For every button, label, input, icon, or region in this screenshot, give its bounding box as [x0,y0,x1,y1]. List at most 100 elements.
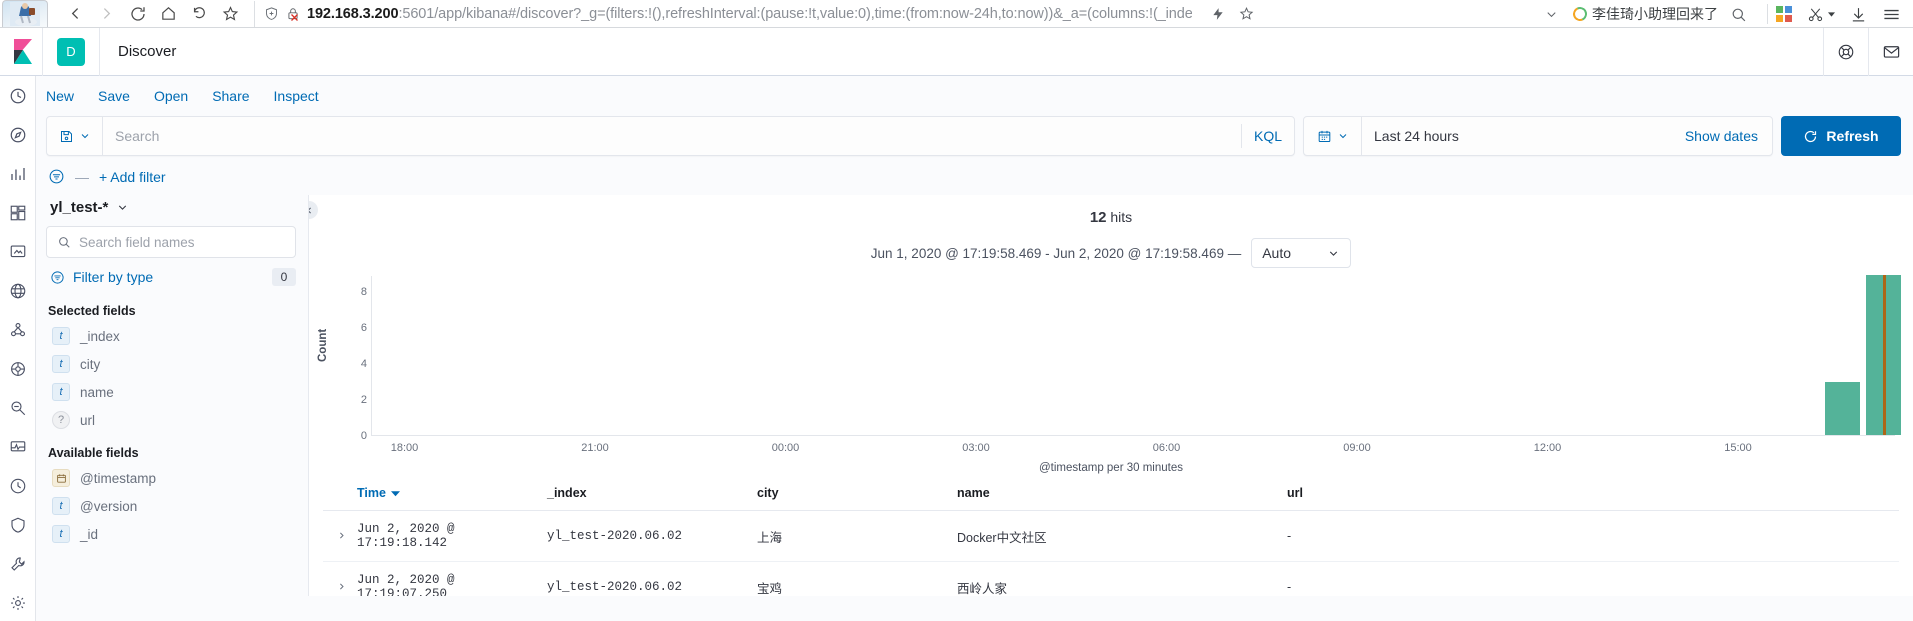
rail-item-visualize[interactable] [6,162,30,186]
rail-item-apm[interactable] [6,435,30,459]
forward-button[interactable] [91,1,122,27]
hamburger-menu-icon[interactable] [1882,5,1901,24]
refresh-label: Refresh [1826,128,1879,144]
search-icon [59,237,70,248]
scissors-icon[interactable] [1807,6,1835,23]
field-item-name[interactable]: t name [46,378,296,406]
rail-item-maps[interactable] [6,279,30,303]
rail-item-logs[interactable] [6,396,30,420]
interval-select[interactable]: Auto [1251,238,1352,268]
filter-by-type-row[interactable]: Filter by type 0 [46,258,296,292]
star-icon[interactable] [1239,6,1254,21]
documents-table-container[interactable]: Time _index city name url Jun 2, 2020 @ … [309,476,1913,596]
rail-item-canvas[interactable] [6,240,30,264]
th-time[interactable]: Time [357,476,547,511]
date-range-label[interactable]: Last 24 hours [1362,128,1685,144]
th-index[interactable]: _index [547,476,757,511]
rail-item-machine-learning[interactable] [6,318,30,342]
histogram-chart[interactable]: Count 0 2 4 6 8 18:00 21:00 00:00 03:00 [309,275,1913,476]
download-icon[interactable] [1850,6,1867,23]
newsfeed-mail-icon[interactable] [1869,28,1913,76]
rail-item-uptime[interactable] [6,474,30,498]
table-row[interactable]: Jun 2, 2020 @ 17:19:07.250 yl_test-2020.… [323,561,1899,596]
index-pattern-selector[interactable]: yl_test-* [46,195,296,226]
topnav-new[interactable]: New [46,88,74,104]
field-type-icon: t [52,497,70,515]
filter-separator: — [75,168,89,185]
rail-item-dev-tools[interactable] [6,552,30,576]
filter-icon[interactable] [48,168,65,185]
rail-item-discover[interactable] [6,123,30,147]
field-search-box[interactable] [46,226,296,258]
table-row[interactable]: Jun 2, 2020 @ 17:19:18.142 yl_test-2020.… [323,510,1899,562]
rail-item-recently-viewed[interactable] [6,84,30,108]
query-language-button[interactable]: KQL [1240,124,1294,148]
discover-results-pane: 12 hits Jun 1, 2020 @ 17:19:58.469 - Jun… [308,195,1913,596]
th-time-label: Time [357,486,386,500]
chart-plot-area[interactable] [371,275,1902,436]
apps-grid-icon[interactable] [1776,6,1792,22]
search-input[interactable] [103,117,1241,155]
index-pattern-name: yl_test-* [50,199,109,216]
discover-main: yl_test-* Filter by type 0 Selected fiel… [36,195,1913,596]
reload-button[interactable] [122,1,153,27]
help-life-ring-icon[interactable] [1824,28,1868,76]
th-name[interactable]: name [957,476,1287,511]
available-fields-list: @timestamp t @version t _id [46,464,296,548]
rail-item-infrastructure[interactable] [6,357,30,381]
x-tick: 03:00 [962,442,990,454]
home-button[interactable] [153,1,184,27]
kibana-logo[interactable] [6,28,42,76]
y-tick: 2 [360,394,367,406]
omnibox-suggestion[interactable]: 李佳琦小助理回来了 [1571,4,1718,24]
field-item-_index[interactable]: t _index [46,322,296,350]
topnav-inspect[interactable]: Inspect [274,88,319,104]
browser-toolbar: 192.168.3.200:5601/app/kibana#/discover?… [0,0,1913,28]
cell-url: - [1287,561,1899,596]
field-search-input[interactable] [79,234,285,250]
back-button[interactable] [60,1,91,27]
cell-index: yl_test-2020.06.02 [547,510,757,562]
field-item-city[interactable]: t city [46,350,296,378]
rail-item-management[interactable] [6,591,30,615]
refresh-button[interactable]: Refresh [1781,116,1901,156]
th-city[interactable]: city [757,476,957,511]
rail-item-dashboard[interactable] [6,201,30,225]
field-type-icon-unknown: ? [52,411,70,429]
y-tick: 4 [360,358,367,370]
histogram-bar[interactable] [1824,381,1860,435]
bookmark-star-button[interactable] [215,1,246,27]
cell-time: Jun 2, 2020 @ 17:19:07.250 [357,561,547,596]
topnav-share[interactable]: Share [212,88,249,104]
field-item-id[interactable]: t _id [46,520,296,548]
url-host: 192.168.3.200 [307,5,399,22]
th-url[interactable]: url [1287,476,1899,511]
cell-name: Docker中文社区 [957,510,1287,562]
cell-city: 宝鸡 [757,561,957,596]
cell-url: - [1287,510,1899,562]
rail-item-siem[interactable] [6,513,30,537]
topnav-save[interactable]: Save [98,88,130,104]
quick-select-button[interactable] [1304,117,1362,155]
address-bar[interactable]: 192.168.3.200:5601/app/kibana#/discover?… [254,0,1254,27]
field-item-timestamp[interactable]: @timestamp [46,464,296,492]
shield-plus-icon[interactable] [264,6,279,21]
chevron-down-icon [119,205,127,210]
lightning-icon[interactable] [1211,6,1225,22]
history-back-button[interactable] [184,1,215,27]
url-text[interactable]: 192.168.3.200:5601/app/kibana#/discover?… [307,6,1192,22]
row-expand-button[interactable] [323,510,357,562]
field-item-url[interactable]: ? url [46,406,296,434]
field-item-version[interactable]: t @version [46,492,296,520]
show-dates-button[interactable]: Show dates [1685,128,1772,144]
search-icon[interactable] [1730,6,1747,23]
refresh-icon [1805,130,1817,142]
saved-query-button[interactable] [47,117,103,155]
browser-tab-favicon[interactable] [2,0,48,27]
selected-fields-title: Selected fields [48,304,136,318]
add-filter-button[interactable]: + Add filter [99,169,166,185]
topnav-open[interactable]: Open [154,88,188,104]
row-expand-button[interactable] [323,561,357,596]
chevron-down-icon[interactable] [1544,7,1559,22]
insecure-lock-icon[interactable] [286,7,300,21]
